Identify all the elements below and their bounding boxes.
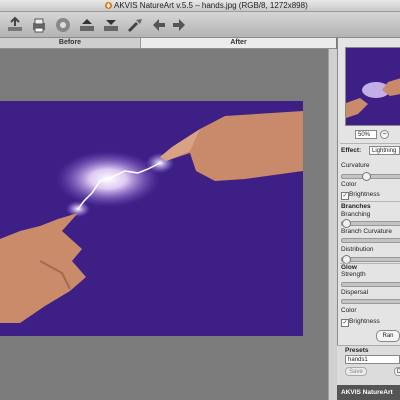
branch-curvature-slider[interactable] xyxy=(341,238,400,243)
dispersal-label: Dispersal xyxy=(341,289,369,296)
color-label: Color xyxy=(341,181,357,188)
navigator-preview[interactable] xyxy=(345,47,400,126)
divider xyxy=(340,201,400,202)
delete-preset-button[interactable]: D xyxy=(394,367,400,376)
slider-thumb[interactable] xyxy=(362,172,371,181)
presets-header: Presets xyxy=(345,347,369,354)
brightness-checkbox[interactable]: ✓ xyxy=(341,192,349,200)
download-icon[interactable] xyxy=(100,15,122,35)
save-preset-button[interactable]: Save xyxy=(345,367,367,376)
curvature-slider[interactable] xyxy=(341,172,400,181)
tab-after[interactable]: After xyxy=(141,38,336,48)
toolbar xyxy=(0,12,400,38)
glow-header: Glow xyxy=(341,264,357,271)
effect-label: Effect: xyxy=(341,147,362,154)
branches-header: Branches xyxy=(341,203,371,210)
distribution-slider[interactable] xyxy=(341,255,400,264)
curvature-label: Curvature xyxy=(341,162,370,169)
random-button[interactable]: Ran xyxy=(376,330,400,342)
glow-color-label: Color xyxy=(341,307,357,314)
preset-name-field[interactable]: hands1 xyxy=(345,355,400,364)
open-icon[interactable] xyxy=(4,15,26,35)
back-icon[interactable] xyxy=(148,15,170,35)
brightness-label: Brightness xyxy=(349,191,380,198)
strength-slider[interactable] xyxy=(341,282,400,287)
glow-brightness-label: Brightness xyxy=(349,318,380,325)
effect-dropdown[interactable]: Lightning xyxy=(369,146,400,155)
glow-brightness-checkbox[interactable]: ✓ xyxy=(341,319,349,327)
forward-icon[interactable] xyxy=(168,15,190,35)
vertical-scrollbar[interactable] xyxy=(328,49,337,400)
app-icon xyxy=(104,1,113,10)
view-tabs: Before After xyxy=(0,38,336,49)
brand-logo: AKVIS NatureArt xyxy=(337,385,400,400)
print-icon[interactable] xyxy=(28,15,50,35)
window-title: AKVIS NatureArt v.5.5 – hands.jpg (RGB/8… xyxy=(114,1,308,10)
upload-icon[interactable] xyxy=(76,15,98,35)
branch-curvature-label: Branch Curvature xyxy=(341,228,392,235)
title-bar: AKVIS NatureArt v.5.5 – hands.jpg (RGB/8… xyxy=(0,0,400,12)
branching-label: Branching xyxy=(341,211,371,218)
strength-label: Strength xyxy=(341,271,366,278)
zoom-out-button[interactable]: − xyxy=(380,130,389,139)
slider-thumb[interactable] xyxy=(342,219,351,228)
dispersal-slider[interactable] xyxy=(341,299,400,304)
zoom-dropdown[interactable]: 50% xyxy=(355,130,377,139)
branching-slider[interactable] xyxy=(341,219,400,228)
brush-icon[interactable] xyxy=(124,15,146,35)
save-icon[interactable] xyxy=(52,15,74,35)
result-image xyxy=(0,101,303,336)
tab-before[interactable]: Before xyxy=(0,38,141,48)
divider xyxy=(340,143,400,144)
distribution-label: Distribution xyxy=(341,246,374,253)
